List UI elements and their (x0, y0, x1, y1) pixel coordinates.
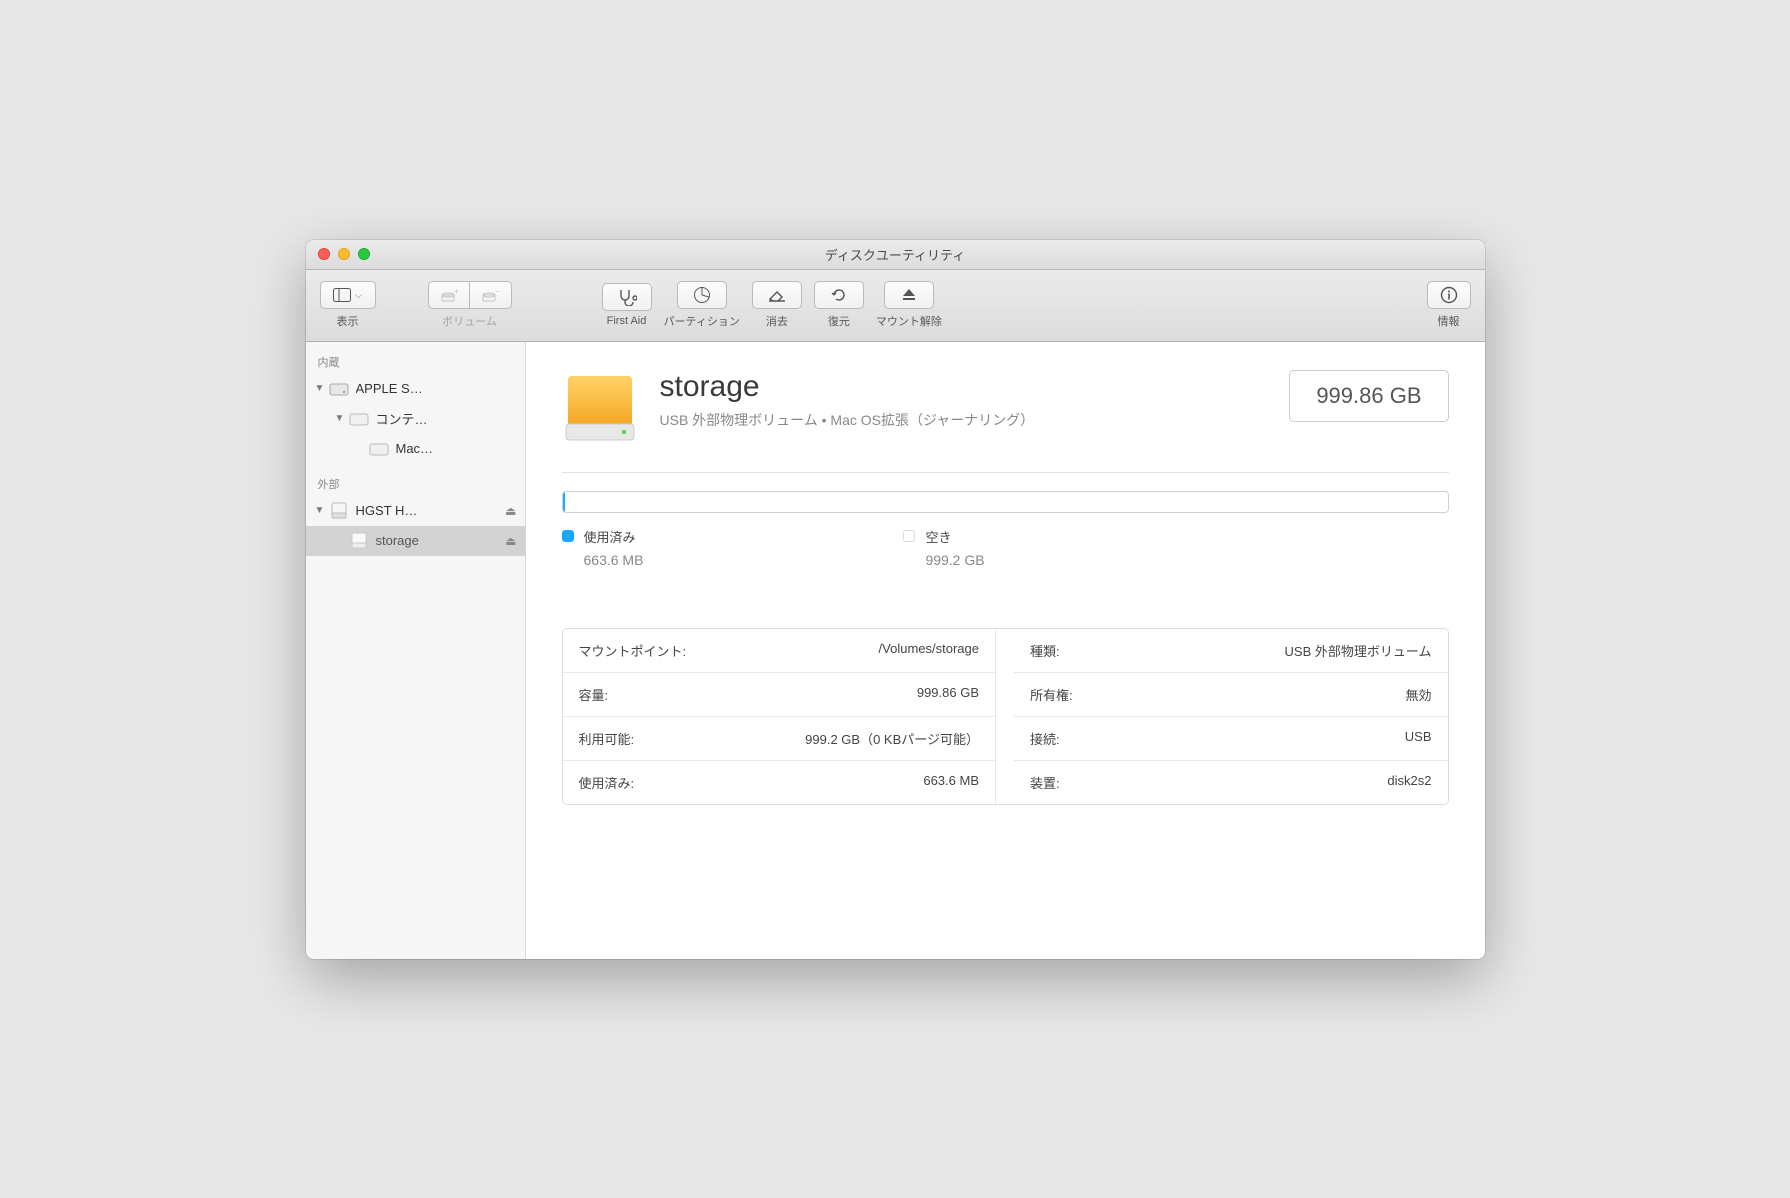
legend-dot-used (562, 530, 574, 542)
disclosure-icon[interactable]: ▼ (312, 383, 328, 394)
svg-text:+: + (454, 287, 458, 296)
hdd-icon (368, 438, 390, 460)
partition-label: パーティション (664, 313, 740, 329)
traffic-lights (306, 248, 370, 260)
legend-free-value: 999.2 GB (925, 552, 984, 568)
legend-used-value: 663.6 MB (584, 552, 644, 568)
disclosure-icon[interactable]: ▼ (332, 413, 348, 424)
external-drive-icon (328, 500, 350, 522)
legend-free-label: 空き (925, 527, 984, 546)
separator (562, 472, 1449, 473)
volume-icon (562, 370, 638, 446)
eject-icon[interactable]: ⏏ (505, 504, 516, 518)
volume-subtitle: USB 外部物理ボリューム • Mac OS拡張（ジャーナリング） (660, 410, 1290, 430)
usage-legend: 使用済み 663.6 MB 空き 999.2 GB (562, 527, 1449, 568)
sidebar-item-apple-ssd[interactable]: ▼ APPLE S… (306, 374, 525, 404)
external-drive-icon (348, 530, 370, 552)
info-label: 情報 (1438, 313, 1460, 329)
titlebar: ディスクユーティリティ (306, 240, 1485, 270)
erase-button[interactable] (752, 281, 802, 309)
usage-bar (562, 491, 1449, 513)
sidebar-item-label: Mac… (396, 441, 517, 456)
zoom-button[interactable] (358, 248, 370, 260)
disk-utility-window: ディスクユーティリティ ⌵ 表示 + − ボリューム (306, 240, 1485, 959)
sidebar-item-label: storage (376, 533, 506, 548)
view-button[interactable]: ⌵ (320, 281, 376, 309)
disclosure-icon[interactable]: ▼ (312, 505, 328, 516)
volume-label: ボリューム (442, 313, 497, 329)
disk-plus-icon: + (440, 287, 458, 303)
hdd-icon (348, 408, 370, 430)
first-aid-label: First Aid (607, 315, 647, 327)
sidebar-item-label: APPLE S… (356, 381, 517, 396)
sidebar-item-mac[interactable]: Mac… (306, 434, 525, 464)
eject-icon[interactable]: ⏏ (505, 534, 516, 548)
legend-dot-free (903, 530, 915, 542)
close-button[interactable] (318, 248, 330, 260)
sidebar-item-storage[interactable]: storage ⏏ (306, 526, 525, 556)
details-left-column: マウントポイント:/Volumes/storage 容量:999.86 GB 利… (563, 629, 997, 804)
detail-row: 容量:999.86 GB (563, 673, 997, 717)
legend-used-label: 使用済み (584, 527, 644, 546)
stethoscope-icon (617, 288, 637, 306)
sidebar-section-internal: 内蔵 (306, 350, 525, 374)
add-volume-button[interactable]: + (428, 281, 470, 309)
info-button[interactable] (1427, 281, 1471, 309)
sidebar-section-external: 外部 (306, 472, 525, 496)
eraser-icon (767, 287, 787, 303)
hdd-icon (328, 378, 350, 400)
info-icon (1440, 286, 1458, 304)
disk-minus-icon: − (481, 287, 499, 303)
detail-row: 接続:USB (1014, 717, 1448, 761)
detail-row: 利用可能:999.2 GB（0 KBパージ可能） (563, 717, 997, 761)
detail-row: マウントポイント:/Volumes/storage (563, 629, 997, 673)
erase-label: 消去 (766, 313, 788, 329)
volume-name: storage (660, 370, 1290, 404)
main-content: storage USB 外部物理ボリューム • Mac OS拡張（ジャーナリング… (526, 342, 1485, 959)
view-label: 表示 (337, 313, 359, 329)
sidebar-item-hgst[interactable]: ▼ HGST H… ⏏ (306, 496, 525, 526)
pie-icon (693, 286, 711, 304)
sidebar-item-label: HGST H… (356, 503, 506, 518)
remove-volume-button[interactable]: − (470, 281, 512, 309)
capacity-badge: 999.86 GB (1289, 370, 1448, 422)
sidebar: 内蔵 ▼ APPLE S… ▼ コンテ… Mac… 外部 ▼ HGST H… ⏏ (306, 342, 526, 959)
sidebar-item-label: コンテ… (376, 409, 517, 428)
window-title: ディスクユーティリティ (306, 245, 1485, 264)
detail-row: 使用済み:663.6 MB (563, 761, 997, 804)
minimize-button[interactable] (338, 248, 350, 260)
details-table: マウントポイント:/Volumes/storage 容量:999.86 GB 利… (562, 628, 1449, 805)
details-right-column: 種類:USB 外部物理ボリューム 所有権:無効 接続:USB 装置:disk2s… (1014, 629, 1448, 804)
restore-button[interactable] (814, 281, 864, 309)
first-aid-button[interactable] (602, 283, 652, 311)
restore-label: 復元 (828, 313, 850, 329)
usage-bar-used (563, 492, 566, 512)
toolbar: ⌵ 表示 + − ボリューム First Aid (306, 270, 1485, 342)
detail-row: 装置:disk2s2 (1014, 761, 1448, 804)
detail-row: 種類:USB 外部物理ボリューム (1014, 629, 1448, 673)
partition-button[interactable] (677, 281, 727, 309)
detail-row: 所有権:無効 (1014, 673, 1448, 717)
unmount-label: マウント解除 (876, 313, 942, 329)
svg-text:−: − (495, 287, 499, 296)
restore-icon (830, 286, 848, 304)
sidebar-icon (333, 288, 351, 302)
sidebar-item-container[interactable]: ▼ コンテ… (306, 404, 525, 434)
unmount-button[interactable] (884, 281, 934, 309)
eject-icon (901, 287, 917, 303)
